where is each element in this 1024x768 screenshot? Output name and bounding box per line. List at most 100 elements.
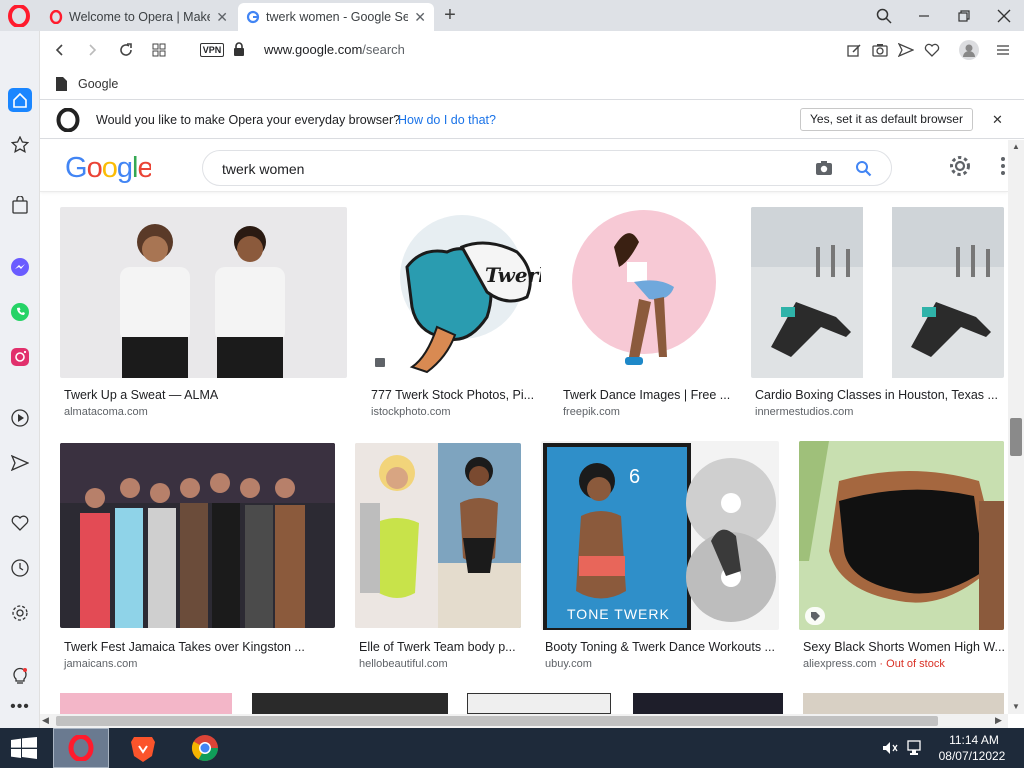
result-thumbnail-partial[interactable] — [252, 693, 448, 714]
result-source[interactable]: innermestudios.com — [755, 406, 853, 418]
opera-taskbar-icon[interactable] — [53, 728, 109, 768]
result-thumbnail[interactable] — [559, 207, 733, 378]
chrome-taskbar-icon[interactable] — [177, 728, 233, 768]
more-dots-icon[interactable]: ••• — [8, 695, 32, 719]
scroll-right-arrow[interactable]: ▶ — [995, 715, 1002, 726]
player-icon[interactable] — [8, 406, 32, 430]
close-tab-icon[interactable]: ✕ — [414, 9, 426, 26]
result-source[interactable]: istockphoto.com — [371, 406, 450, 418]
instagram-icon[interactable] — [8, 345, 32, 369]
history-clock-icon[interactable] — [8, 556, 32, 580]
scroll-thumb[interactable] — [1010, 418, 1022, 456]
lock-icon[interactable] — [233, 42, 245, 57]
network-icon[interactable] — [907, 740, 923, 756]
camera-snapshot-icon[interactable] — [870, 40, 890, 60]
image-result[interactable]: Elle of Twerk Team body p... hellobeauti… — [355, 443, 521, 678]
search-tabs-icon[interactable] — [864, 0, 904, 31]
result-thumbnail[interactable] — [799, 441, 1004, 630]
heart-icon[interactable] — [922, 40, 942, 60]
result-thumbnail-partial[interactable] — [633, 693, 783, 714]
bookmark-google[interactable]: Google — [56, 75, 118, 93]
result-thumbnail-partial[interactable] — [60, 693, 232, 714]
image-result[interactable]: Twerk Fest Jamaica Takes over Kingston .… — [60, 443, 335, 678]
minimize-button[interactable] — [904, 0, 944, 31]
result-source[interactable]: hellobeautiful.com — [359, 658, 448, 670]
image-result[interactable]: 6 TONE TWERK Booty Toning & Twerk Dance … — [541, 441, 779, 678]
search-box[interactable]: twerk women — [202, 150, 892, 186]
brave-taskbar-icon[interactable] — [115, 728, 171, 768]
new-tab-button[interactable]: + — [440, 4, 460, 26]
apps-menu-icon[interactable] — [1000, 156, 1006, 176]
clock-time[interactable]: 11:14 AM — [944, 733, 1004, 747]
tab-opera-welcome[interactable]: Welcome to Opera | Make ✕ — [41, 3, 236, 31]
url-field[interactable]: www.google.com/search — [264, 42, 405, 57]
result-caption[interactable]: Elle of Twerk Team body p... — [359, 640, 521, 654]
result-caption[interactable]: Cardio Boxing Classes in Houston, Texas … — [755, 388, 1004, 402]
messenger-icon[interactable] — [8, 255, 32, 279]
image-result[interactable]: Sexy Black Shorts Women High W... aliexp… — [799, 441, 1004, 678]
restore-button[interactable] — [944, 0, 984, 31]
search-by-image-icon[interactable] — [815, 160, 833, 176]
profile-avatar-icon[interactable] — [959, 40, 979, 60]
windows-start-icon[interactable] — [0, 728, 48, 768]
vpn-badge[interactable]: VPN — [200, 43, 224, 57]
bookmarks-star-icon[interactable] — [8, 133, 32, 157]
close-infobar-icon[interactable]: ✕ — [992, 112, 1003, 128]
result-source-line[interactable]: aliexpress.com · Out of stock — [803, 658, 945, 670]
result-thumbnail[interactable] — [60, 207, 347, 378]
result-caption[interactable]: Twerk Up a Sweat — ALMA — [64, 388, 347, 402]
pinboard-heart-icon[interactable] — [8, 511, 32, 535]
tab-google-search[interactable]: twerk women - Google Sea ✕ — [238, 3, 434, 31]
clock-date[interactable]: 08/07/12022 — [936, 749, 1008, 763]
search-input[interactable]: twerk women — [222, 161, 304, 177]
close-tab-icon[interactable]: ✕ — [216, 9, 228, 26]
result-thumbnail[interactable] — [355, 443, 521, 628]
shopping-bag-icon[interactable] — [8, 193, 32, 217]
forward-icon[interactable] — [82, 40, 102, 60]
image-result[interactable]: Twerk 777 Twerk Stock Photos, Pi... isto… — [367, 207, 541, 425]
volume-muted-icon[interactable] — [882, 741, 898, 755]
tabs-grid-icon[interactable] — [149, 40, 169, 60]
image-result[interactable]: Cardio Boxing Classes in Houston, Texas … — [751, 207, 1004, 425]
result-thumbnail-partial[interactable] — [467, 693, 611, 714]
result-thumbnail[interactable] — [60, 443, 335, 628]
settings-icon[interactable] — [949, 155, 971, 177]
close-window-button[interactable] — [984, 0, 1024, 31]
opera-menu-icon[interactable] — [8, 4, 30, 28]
scroll-down-arrow[interactable]: ▼ — [1012, 702, 1020, 711]
result-caption[interactable]: Sexy Black Shorts Women High W... — [803, 640, 1004, 654]
result-source[interactable]: jamaicans.com — [64, 658, 137, 670]
result-caption[interactable]: Booty Toning & Twerk Dance Workouts ... — [545, 640, 779, 654]
result-thumbnail-partial[interactable] — [803, 693, 1004, 714]
send-icon[interactable] — [896, 40, 916, 60]
scroll-left-arrow[interactable]: ◀ — [42, 715, 49, 726]
easy-setup-icon[interactable] — [993, 40, 1013, 60]
whatsapp-icon[interactable] — [8, 300, 32, 324]
flow-send-icon[interactable] — [8, 451, 32, 475]
home-icon[interactable] — [8, 88, 32, 112]
result-caption[interactable]: Twerk Fest Jamaica Takes over Kingston .… — [64, 640, 335, 654]
scroll-thumb[interactable] — [56, 716, 938, 726]
result-caption[interactable]: Twerk Dance Images | Free ... — [563, 388, 733, 402]
vertical-scrollbar[interactable]: ▲ ▼ — [1008, 140, 1024, 714]
edit-snap-icon[interactable] — [844, 40, 864, 60]
result-caption[interactable]: 777 Twerk Stock Photos, Pi... — [371, 388, 541, 402]
settings-gear-icon[interactable] — [8, 601, 32, 625]
reload-icon[interactable] — [116, 40, 136, 60]
search-icon[interactable] — [855, 160, 872, 177]
tips-lightbulb-icon[interactable] — [8, 664, 32, 688]
back-icon[interactable] — [50, 40, 70, 60]
how-do-i-link[interactable]: How do I do that? — [398, 113, 496, 127]
result-source[interactable]: almatacoma.com — [64, 406, 148, 418]
result-source[interactable]: freepik.com — [563, 406, 620, 418]
result-thumbnail[interactable]: Twerk — [367, 207, 541, 378]
result-source[interactable]: ubuy.com — [545, 658, 592, 670]
result-thumbnail[interactable] — [751, 207, 1004, 378]
result-thumbnail[interactable]: 6 TONE TWERK — [541, 441, 779, 630]
horizontal-scrollbar[interactable]: ◀ ▶ — [40, 714, 1008, 728]
google-logo[interactable]: Google — [65, 152, 154, 190]
scroll-up-arrow[interactable]: ▲ — [1012, 142, 1020, 151]
image-result[interactable]: Twerk Up a Sweat — ALMA almatacoma.com — [60, 207, 347, 425]
set-default-button[interactable]: Yes, set it as default browser — [800, 108, 973, 131]
image-result[interactable]: Twerk Dance Images | Free ... freepik.co… — [559, 207, 733, 425]
